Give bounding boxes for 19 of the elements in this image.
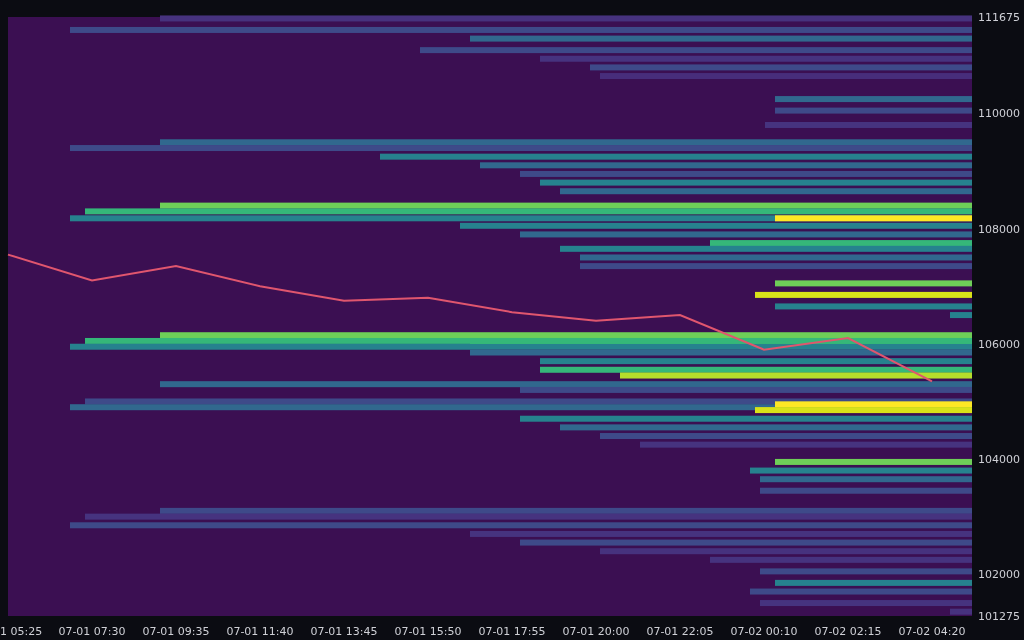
y-axis-label: 111675 bbox=[978, 11, 1020, 24]
y-axis-label: 110000 bbox=[978, 107, 1020, 121]
x-axis-label: 07-01 20:00 bbox=[562, 625, 630, 638]
y-axis-label: 102000 bbox=[978, 568, 1020, 582]
x-axis-label: 07-01 09:35 bbox=[142, 625, 210, 638]
y-axis-label: 108000 bbox=[978, 222, 1020, 236]
x-axis-label: 07-01 13:45 bbox=[310, 625, 378, 638]
y-axis-label: 104000 bbox=[978, 453, 1020, 467]
x-axis-label: 1 05:25 bbox=[0, 625, 43, 638]
x-axis-label: 07-02 04:20 bbox=[898, 625, 966, 638]
x-axis-label: 07-01 07:30 bbox=[58, 625, 126, 638]
y-axis-label: 106000 bbox=[978, 337, 1020, 351]
y-axis-label: 101275 bbox=[978, 610, 1020, 623]
x-axis-label: 07-02 02:15 bbox=[814, 625, 882, 638]
x-axis-label: 07-01 17:55 bbox=[478, 625, 546, 638]
x-axis-label: 07-01 11:40 bbox=[226, 625, 294, 638]
x-axis-label: 07-01 22:05 bbox=[646, 625, 714, 638]
x-axis-label: 07-01 15:50 bbox=[394, 625, 462, 638]
x-axis-label: 07-02 00:10 bbox=[730, 625, 798, 638]
